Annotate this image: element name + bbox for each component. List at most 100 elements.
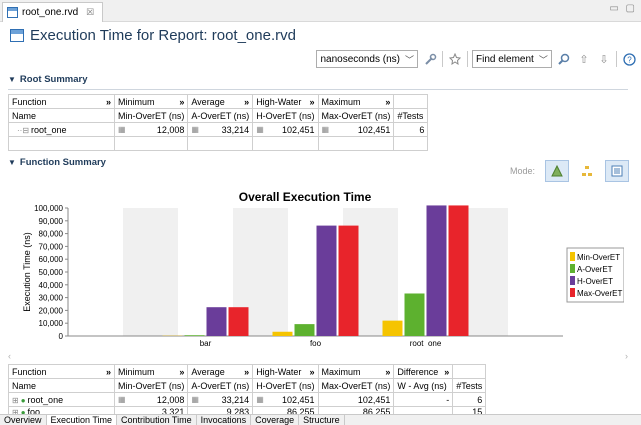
column-group-header[interactable]: Average» bbox=[187, 94, 254, 109]
bar bbox=[426, 205, 447, 336]
bar bbox=[294, 324, 315, 336]
tab-coverage[interactable]: Coverage bbox=[251, 415, 300, 425]
mini-chart-icon: ▦ bbox=[118, 394, 126, 404]
y-tick-label: 60,000 bbox=[39, 255, 64, 264]
column-header[interactable]: #Tests bbox=[393, 108, 429, 123]
column-header[interactable]: A-OverET (ns) bbox=[187, 108, 254, 123]
tab-execution-time[interactable]: Execution Time bbox=[46, 415, 118, 425]
tests-count: 6 bbox=[393, 122, 429, 137]
column-group-header[interactable]: Difference» bbox=[393, 364, 454, 379]
tab-overview[interactable]: Overview bbox=[0, 415, 47, 425]
page-header: Execution Time for Report: root_one.rvd bbox=[0, 22, 641, 48]
toolbar: nanoseconds (ns) ﹀ Find element ﹀ ⇧ ⇩ ? bbox=[316, 49, 637, 69]
legend-swatch bbox=[570, 276, 575, 285]
editor-tab-bar: root_one.rvd ☒ ▭ ▢ bbox=[0, 0, 641, 22]
collapse-icon: ▼ bbox=[8, 75, 16, 84]
bar bbox=[382, 320, 403, 336]
window-controls[interactable]: ▭ ▢ bbox=[609, 3, 637, 14]
pin-icon[interactable] bbox=[447, 51, 463, 67]
unit-select[interactable]: nanoseconds (ns) ﹀ bbox=[316, 50, 418, 68]
function-name: root_one bbox=[31, 124, 67, 135]
bar bbox=[316, 225, 337, 336]
bottom-tab-bar: Overview Execution Time Contribution Tim… bbox=[0, 414, 641, 425]
root-summary-header[interactable]: ▼ Root Summary bbox=[8, 74, 88, 85]
close-tab-icon[interactable]: ☒ bbox=[86, 7, 94, 18]
find-element-combo[interactable]: Find element ﹀ bbox=[472, 50, 552, 68]
scroll-right-icon[interactable]: › bbox=[625, 351, 628, 361]
tab-invocations[interactable]: Invocations bbox=[197, 415, 252, 425]
table-group-header: Function» Minimum» Average» High-Water» … bbox=[8, 94, 429, 109]
table-mode-icon[interactable] bbox=[605, 160, 629, 182]
tab-structure[interactable]: Structure bbox=[299, 415, 345, 425]
chart-mode-icon[interactable] bbox=[545, 160, 569, 182]
mini-chart-icon: ▦ bbox=[256, 124, 264, 134]
wrench-icon[interactable] bbox=[422, 51, 438, 67]
column-header[interactable]: W - Avg (ns) bbox=[393, 378, 454, 393]
function-summary-table: Function» Minimum» Average» High-Water» … bbox=[8, 364, 487, 418]
legend-label: H-OverET bbox=[577, 277, 613, 286]
column-group-header[interactable]: Minimum» bbox=[113, 94, 189, 109]
root-summary-title: Root Summary bbox=[19, 74, 88, 85]
column-group-header[interactable]: Function» bbox=[8, 94, 115, 109]
mode-label: Mode: bbox=[509, 166, 535, 176]
legend-label: A-OverET bbox=[577, 265, 613, 274]
arrow-down-icon[interactable]: ⇩ bbox=[596, 51, 612, 67]
editor-tab[interactable]: root_one.rvd ☒ bbox=[2, 2, 104, 22]
column-header[interactable]: H-OverET (ns) bbox=[252, 378, 319, 393]
table-row-empty bbox=[8, 136, 429, 151]
column-header[interactable]: Name bbox=[8, 108, 115, 123]
report-icon bbox=[10, 28, 24, 42]
column-header[interactable]: Max-OverET (ns) bbox=[317, 378, 395, 393]
column-header[interactable]: A-OverET (ns) bbox=[187, 378, 254, 393]
y-tick-label: 70,000 bbox=[39, 242, 64, 251]
column-header[interactable]: Name bbox=[8, 378, 115, 393]
column-group-header[interactable]: High-Water» bbox=[252, 94, 319, 109]
legend-swatch bbox=[570, 288, 575, 297]
expand-icon[interactable]: ⊞ bbox=[12, 396, 19, 405]
bar bbox=[404, 293, 425, 336]
table-row[interactable]: ⊞ ● root_one ▦ 12,008 ▦ 33,214 ▦ 102,451 102,… bbox=[8, 392, 487, 407]
function-name: root_one bbox=[27, 394, 64, 405]
table-sub-header: Name Min-OverET (ns) A-OverET (ns) H-Ove… bbox=[8, 108, 429, 123]
y-tick-label: 30,000 bbox=[39, 294, 64, 303]
y-tick-label: 50,000 bbox=[39, 268, 64, 277]
column-header[interactable]: #Tests bbox=[452, 378, 487, 393]
mode-switcher: Mode: bbox=[510, 160, 629, 182]
y-tick-label: 0 bbox=[59, 332, 64, 341]
function-summary-header[interactable]: ▼ Function Summary bbox=[8, 157, 106, 168]
x-tick-label: bar bbox=[200, 339, 212, 346]
mini-chart-icon: ▦ bbox=[256, 394, 264, 404]
column-header[interactable]: Max-OverET (ns) bbox=[317, 108, 395, 123]
mini-chart-icon: ▦ bbox=[191, 394, 199, 404]
column-group-header bbox=[452, 364, 487, 379]
root-summary-table: Function» Minimum» Average» High-Water» … bbox=[8, 94, 429, 151]
column-group-header[interactable]: Average» bbox=[187, 364, 254, 379]
chart-svg: Overall Execution Time 0 10,000 20,000 30,00… bbox=[22, 190, 625, 348]
tree-mode-icon[interactable] bbox=[575, 160, 599, 182]
column-group-header[interactable]: High-Water» bbox=[252, 364, 319, 379]
x-tick-label: root_one bbox=[410, 339, 442, 346]
report-file-icon bbox=[7, 7, 18, 18]
help-icon[interactable]: ? bbox=[621, 51, 637, 67]
table-group-header: Function» Minimum» Average» High-Water» … bbox=[8, 364, 487, 379]
find-next-icon[interactable] bbox=[556, 51, 572, 67]
column-header[interactable]: Min-OverET (ns) bbox=[113, 378, 189, 393]
chart-title: Overall Execution Time bbox=[239, 190, 372, 204]
horizontal-scrollbar[interactable]: ‹ › bbox=[8, 351, 628, 361]
arrow-up-icon[interactable]: ⇧ bbox=[576, 51, 592, 67]
tab-contribution-time[interactable]: Contribution Time bbox=[117, 415, 197, 425]
column-group-header[interactable]: Minimum» bbox=[113, 364, 189, 379]
column-group-header[interactable]: Function» bbox=[8, 364, 115, 379]
column-group-header[interactable]: Maximum» bbox=[317, 364, 395, 379]
mini-chart-icon: ▦ bbox=[118, 124, 126, 134]
column-group-header[interactable]: Maximum» bbox=[317, 94, 395, 109]
table-sub-header: Name Min-OverET (ns) A-OverET (ns) H-Ove… bbox=[8, 378, 487, 393]
scroll-left-icon[interactable]: ‹ bbox=[8, 351, 11, 361]
column-header[interactable]: H-OverET (ns) bbox=[252, 108, 319, 123]
tree-node-icon: ··⊟ bbox=[17, 125, 30, 135]
table-row[interactable]: ··⊟ root_one ▦ 12,008 ▦ 33,214 ▦ 102,451 ▦ 10… bbox=[8, 122, 429, 137]
bar bbox=[228, 307, 249, 336]
unit-select-value: nanoseconds (ns) bbox=[320, 53, 400, 65]
y-axis-label: Execution Time (ns) bbox=[22, 232, 32, 312]
column-header[interactable]: Min-OverET (ns) bbox=[113, 108, 189, 123]
